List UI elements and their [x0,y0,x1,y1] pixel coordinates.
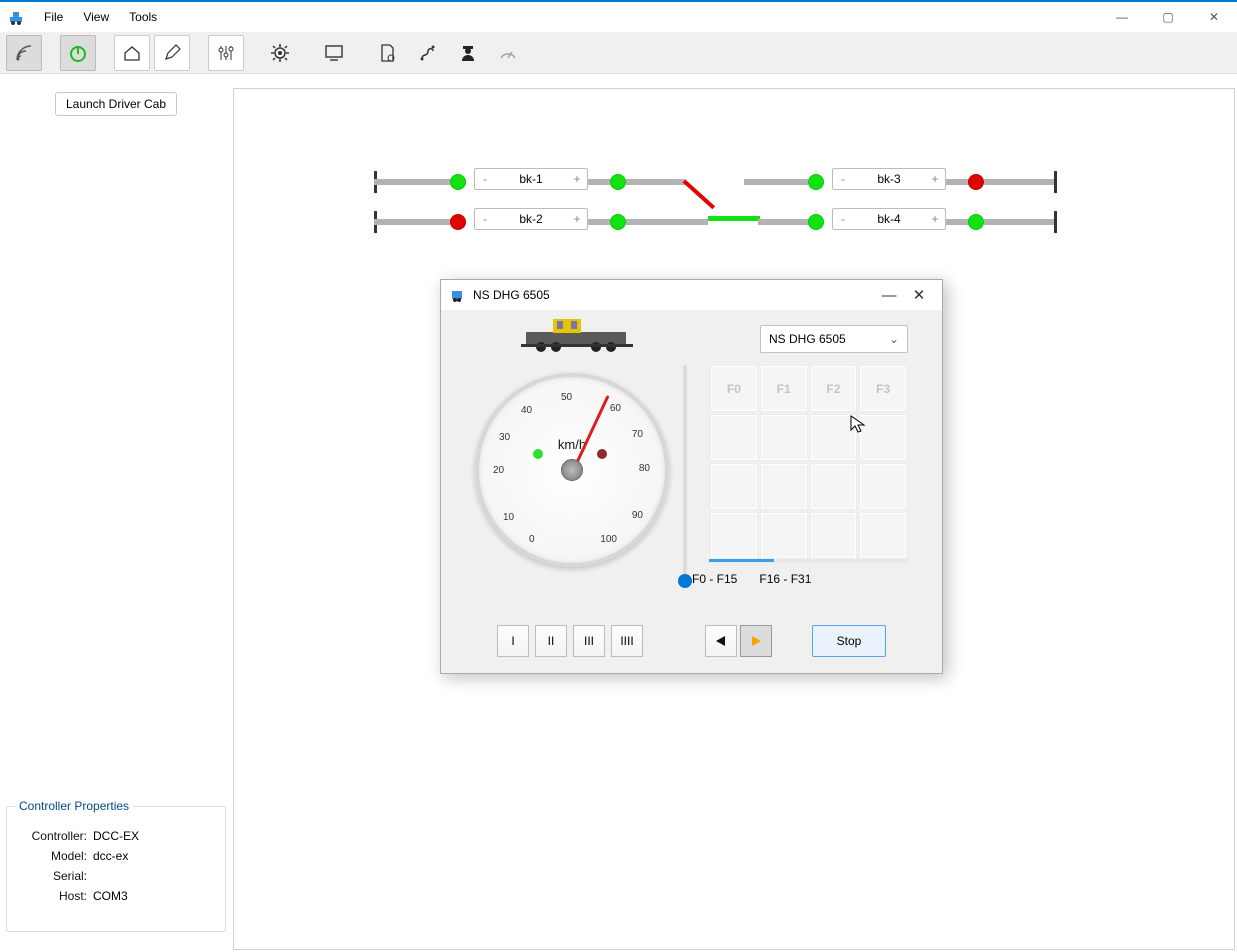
speed-step-1[interactable]: I [497,625,529,657]
train-icon [449,287,465,303]
fn-cell[interactable] [760,414,808,461]
fn-cell[interactable] [859,414,907,461]
signal-dot[interactable] [968,214,984,230]
tick: 90 [632,510,643,521]
loco-select-value: NS DHG 6505 [769,332,846,346]
menu-tools[interactable]: Tools [119,10,167,24]
app-icon [8,9,24,25]
signal-dot[interactable] [808,214,824,230]
signal-dot[interactable] [610,214,626,230]
signal-dot[interactable] [450,214,466,230]
tick: 100 [600,534,617,545]
cab-minimize[interactable]: — [874,287,904,304]
conductor-icon[interactable] [450,35,486,71]
edit-icon[interactable] [154,35,190,71]
signal-dot[interactable] [450,174,466,190]
fn-cell[interactable] [810,512,858,559]
speed-step-3[interactable]: III [573,625,605,657]
direction-forward[interactable] [740,625,772,657]
gauge-led-green [533,449,543,459]
signal-icon[interactable] [6,35,42,71]
gear-icon[interactable] [262,35,298,71]
signal-dot[interactable] [808,174,824,190]
layout-canvas[interactable]: -bk-1+ -bk-3+ -bk-2+ -bk-4+ [233,88,1235,950]
window-maximize[interactable]: ▢ [1145,2,1191,32]
tick: 50 [561,392,572,403]
fn-cell[interactable] [810,463,858,510]
signal-dot[interactable] [968,174,984,190]
controller-properties-panel: Controller Properties Controller:DCC-EX … [6,799,226,932]
slider-thumb[interactable] [678,574,692,588]
fn-f2[interactable]: F2 [810,365,858,412]
fn-f1[interactable]: F1 [760,365,808,412]
fn-cell[interactable] [710,512,758,559]
stop-button[interactable]: Stop [812,625,886,657]
speed-step-4[interactable]: IIII [611,625,643,657]
gauge-hub [561,459,583,481]
throttle-slider[interactable] [683,365,687,583]
signal-dot[interactable] [610,174,626,190]
menu-file[interactable]: File [34,10,73,24]
cab-close[interactable]: ✕ [904,286,934,304]
direction-reverse[interactable] [705,625,737,657]
block-bk4[interactable]: -bk-4+ [832,208,946,230]
power-icon[interactable] [60,35,96,71]
cab-titlebar[interactable]: NS DHG 6505 — ✕ [441,280,942,310]
menu-bar: File View Tools — ▢ ✕ [0,2,1237,32]
tick: 40 [521,405,532,416]
value-host: COM3 [93,889,128,903]
monitor-icon[interactable] [316,35,352,71]
driver-cab-window: NS DHG 6505 — ✕ NS DHG 6505 ⌄ km/h 0 10 … [440,279,943,674]
tick: 60 [610,403,621,414]
tick: 70 [632,429,643,440]
fn-f0[interactable]: F0 [710,365,758,412]
fn-cell[interactable] [760,512,808,559]
tick: 80 [639,463,650,474]
home-icon[interactable] [114,35,150,71]
speed-step-2[interactable]: II [535,625,567,657]
tick: 10 [503,512,514,523]
route-icon[interactable] [410,35,446,71]
function-grid: F0 F1 F2 F3 [709,364,908,560]
cab-title-text: NS DHG 6505 [473,288,874,302]
block-bk1[interactable]: -bk-1+ [474,168,588,190]
loco-image [521,317,633,353]
fn-tab-1[interactable]: F0 - F15 [692,572,737,586]
loco-select[interactable]: NS DHG 6505 ⌄ [760,325,908,353]
toolbar [0,32,1237,74]
fn-cell[interactable] [810,414,858,461]
label-controller: Controller: [15,829,87,843]
label-serial: Serial: [15,869,87,883]
menu-view[interactable]: View [73,10,119,24]
tick: 30 [499,432,510,443]
block-bk2[interactable]: -bk-2+ [474,208,588,230]
label-model: Model: [15,849,87,863]
value-model: dcc-ex [93,849,128,863]
fn-f3[interactable]: F3 [859,365,907,412]
window-minimize[interactable]: — [1099,2,1145,32]
document-gear-icon[interactable] [370,35,406,71]
fn-cell[interactable] [859,463,907,510]
fn-cell[interactable] [760,463,808,510]
sliders-icon[interactable] [208,35,244,71]
label-host: Host: [15,889,87,903]
fn-cell[interactable] [710,414,758,461]
tick: 0 [529,534,535,545]
block-bk3[interactable]: -bk-3+ [832,168,946,190]
panel-legend: Controller Properties [15,799,133,813]
speed-gauge: km/h 0 10 20 30 40 50 60 70 80 90 100 [475,373,669,567]
value-controller: DCC-EX [93,829,139,843]
fn-cell[interactable] [859,512,907,559]
fn-cell[interactable] [710,463,758,510]
chevron-down-icon: ⌄ [889,332,899,346]
gauge-icon[interactable] [490,35,526,71]
window-close[interactable]: ✕ [1191,2,1237,32]
gauge-led-red [597,449,607,459]
gauge-needle [572,395,609,471]
launch-driver-cab-button[interactable]: Launch Driver Cab [55,92,177,116]
fn-tab-2[interactable]: F16 - F31 [759,572,811,586]
tick: 20 [493,465,504,476]
function-scroll[interactable] [709,558,908,563]
